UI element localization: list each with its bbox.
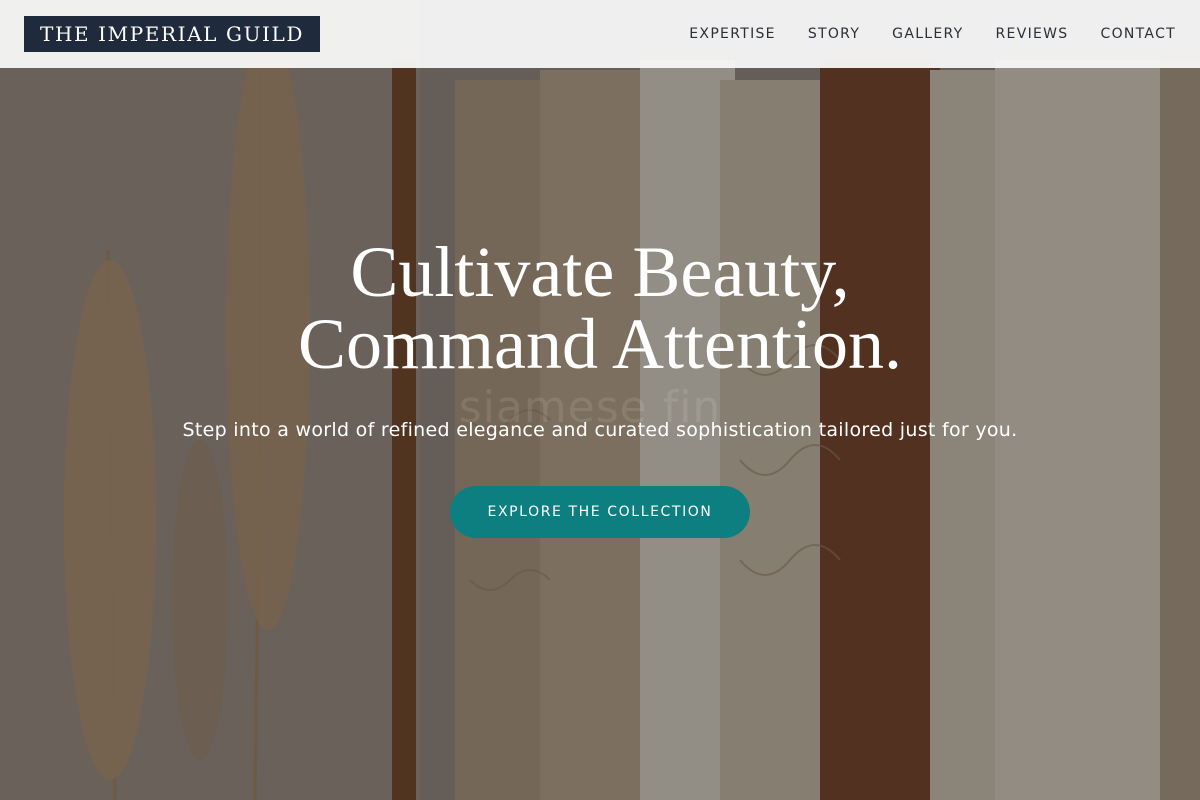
hero-title-line-1: Cultivate Beauty, [350,232,850,312]
brand-logo[interactable]: THE IMPERIAL GUILD [24,16,321,52]
nav-link-reviews[interactable]: REVIEWS [996,26,1069,42]
nav-link-story[interactable]: STORY [808,26,860,42]
nav-link-expertise[interactable]: EXPERTISE [689,26,776,42]
nav-links: EXPERTISE STORY GALLERY REVIEWS CONTACT [689,26,1176,42]
hero-subtitle: Step into a world of refined elegance an… [182,419,1018,441]
top-navbar: THE IMPERIAL GUILD EXPERTISE STORY GALLE… [0,0,1200,68]
hero-content: Cultivate Beauty, Command Attention. Ste… [0,236,1200,538]
hero-title-line-2: Command Attention. [298,304,902,384]
hero-title: Cultivate Beauty, Command Attention. [0,236,1200,380]
nav-link-gallery[interactable]: GALLERY [892,26,963,42]
explore-collection-button[interactable]: EXPLORE THE COLLECTION [450,486,750,538]
nav-link-contact[interactable]: CONTACT [1101,26,1177,42]
